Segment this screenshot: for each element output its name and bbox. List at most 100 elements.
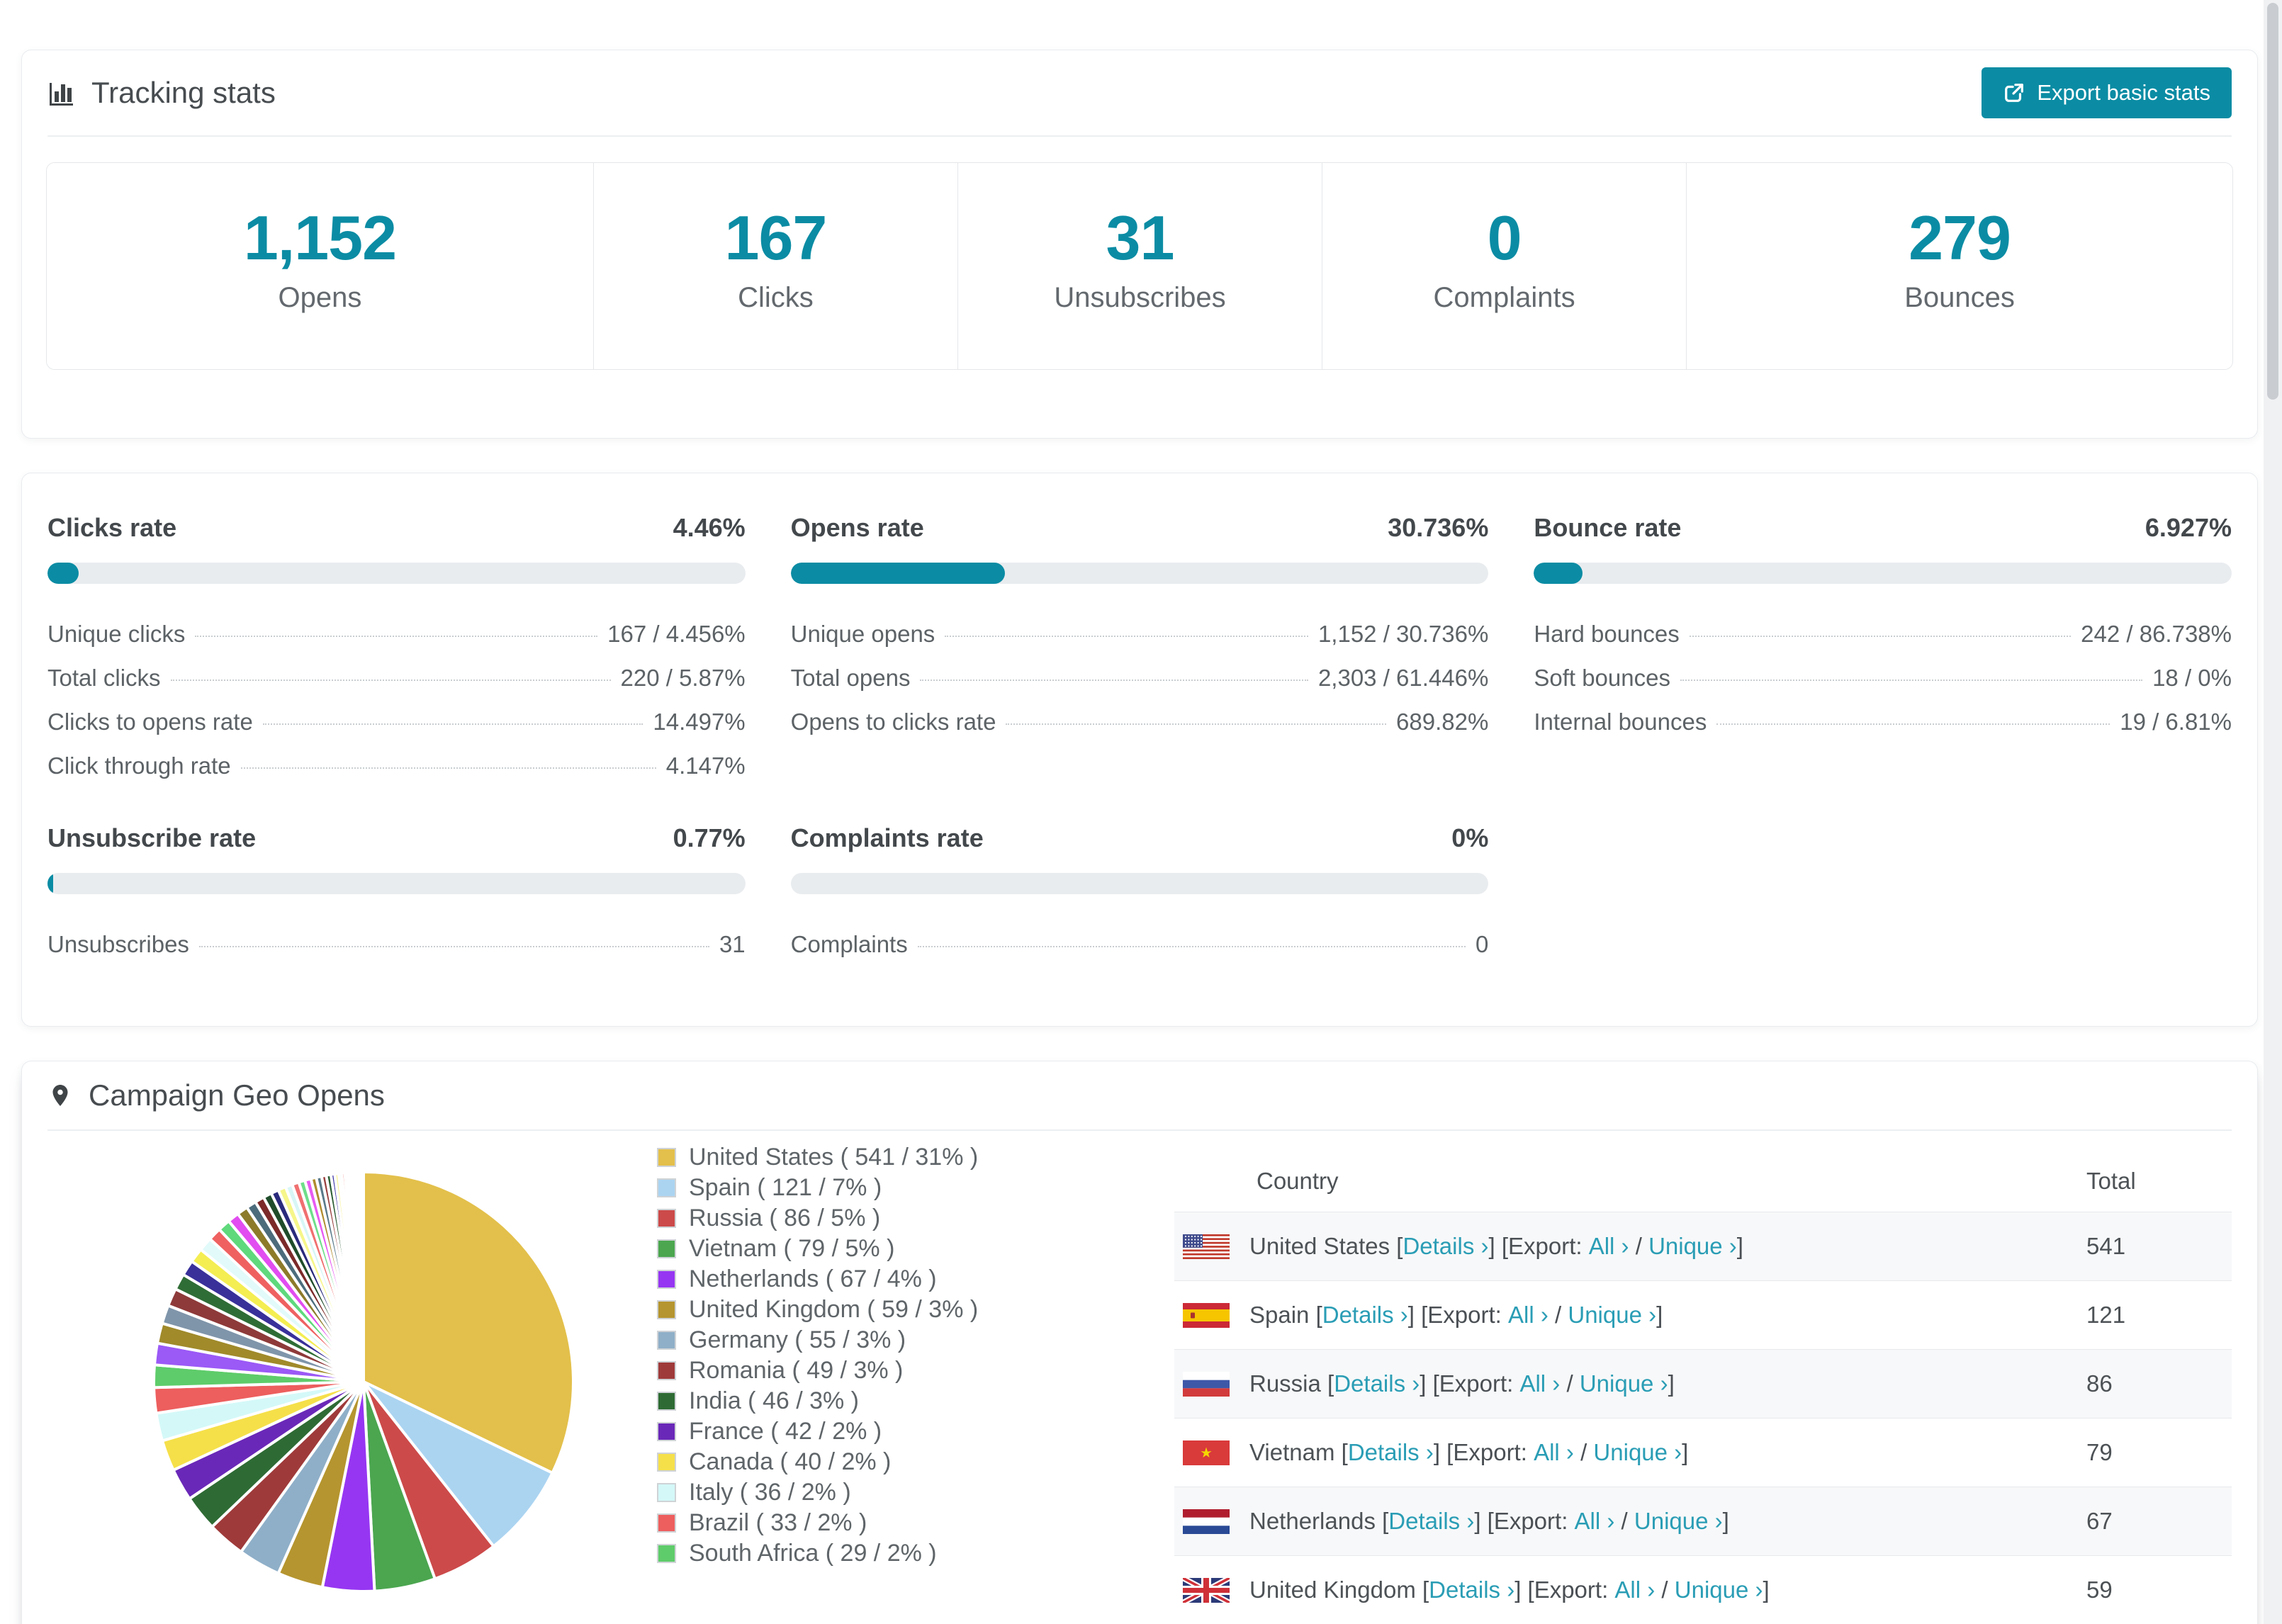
export-basic-stats-button[interactable]: Export basic stats [1982,67,2232,118]
legend-label: South Africa ( 29 / 2% ) [689,1540,937,1567]
legend-item-united-states: United States ( 541 / 31% ) [657,1142,1174,1173]
stat-card-unsubscribes: 31 Unsubscribes [957,163,1322,369]
flag-icon-es [1183,1302,1230,1328]
rate-title-row: Bounce rate 6.927% [1534,513,2232,543]
details-link-netherlands[interactable]: Details › [1388,1508,1474,1535]
rate-row-value: 14.497% [653,709,746,735]
legend-label: Canada ( 40 / 2% ) [689,1448,892,1475]
legend-swatch [657,1148,676,1167]
export-button-label: Export basic stats [2037,80,2210,105]
export-unique-link-spain[interactable]: Unique › [1568,1302,1656,1329]
geo-body: United States ( 541 / 31% ) Spain ( 121 … [22,1131,2257,1624]
details-link-russia[interactable]: Details › [1334,1370,1420,1397]
pie-slice-other[interactable] [361,1170,365,1382]
dotted-leader [1689,636,2072,637]
legend-label: United Kingdom ( 59 / 3% ) [689,1296,979,1323]
rate-progress-fill [790,563,1006,584]
export-all-link-vietnam[interactable]: All › [1534,1439,1574,1466]
total-cell: 541 [2086,1233,2126,1259]
export-unique-link-vietnam[interactable]: Unique › [1593,1439,1682,1466]
legend-swatch [657,1178,676,1197]
export-all-link-united-kingdom[interactable]: All › [1614,1577,1655,1603]
rate-row-label: Hard bounces [1534,621,1680,647]
total-cell: 79 [2086,1439,2113,1465]
flag-icon-nl [1183,1509,1230,1534]
dotted-leader [240,767,656,769]
dotted-leader [1716,723,2110,725]
legend-label: Vietnam ( 79 / 5% ) [689,1235,895,1262]
table-row-vietnam: Vietnam [Details ›] [Export: All › / Uni… [1174,1418,2232,1487]
stat-card-bounces: 279 Bounces [1686,163,2232,369]
rate-section-clicks: Clicks rate 4.46% Unique clicks 167 / 4.… [47,513,746,788]
legend-swatch [657,1483,676,1502]
export-all-link-netherlands[interactable]: All › [1575,1508,1615,1535]
stat-value: 31 [1106,203,1175,273]
tracking-stats-card: Tracking stats Export basic stats 1,152 … [21,50,2258,439]
rate-row-value: 18 / 0% [2152,665,2232,691]
rates-grid: Clicks rate 4.46% Unique clicks 167 / 4.… [22,473,2257,1026]
rate-row-value: 242 / 86.738% [2081,621,2232,647]
rate-value: 6.927% [2145,513,2232,542]
rate-progress-track [1534,563,2232,584]
page-scrollbar-thumb[interactable] [2267,3,2278,400]
stat-label: Clicks [738,282,814,313]
flag-icon-ru [1183,1371,1230,1397]
stat-label: Opens [278,282,362,313]
export-unique-link-netherlands[interactable]: Unique › [1634,1508,1723,1535]
stat-card-opens: 1,152 Opens [47,163,593,369]
legend-item-vietnam: Vietnam ( 79 / 5% ) [657,1234,1174,1264]
total-column-header: Total [2086,1168,2136,1194]
rate-row-unique-opens: Unique opens 1,152 / 30.736% [791,612,1489,656]
country-cell: United States [Details ›] [Export: All ›… [1249,1233,1743,1260]
legend-item-netherlands: Netherlands ( 67 / 4% ) [657,1264,1174,1295]
campaign-geo-opens-card: Campaign Geo Opens United States ( 541 /… [21,1061,2258,1624]
tracking-stats-header: Tracking stats Export basic stats [22,50,2257,135]
stat-value: 0 [1487,203,1522,273]
dotted-leader [262,723,643,725]
rate-progress-fill [47,563,79,584]
rate-value: 4.46% [673,513,746,542]
rate-row-click-through-rate: Click through rate 4.147% [47,744,746,788]
legend-label: Romania ( 49 / 3% ) [689,1357,904,1384]
geo-header: Campaign Geo Opens [22,1061,2257,1129]
details-link-united-states[interactable]: Details › [1403,1233,1488,1260]
legend-label: Brazil ( 33 / 2% ) [689,1509,867,1536]
stats-row: 1,152 Opens 167 Clicks 31 Unsubscribes 0… [46,162,2233,370]
rate-row-label: Soft bounces [1534,665,1670,691]
details-link-united-kingdom[interactable]: Details › [1429,1577,1514,1603]
rate-row-label: Clicks to opens rate [47,709,253,735]
rate-row-hard-bounces: Hard bounces 242 / 86.738% [1534,612,2232,656]
rate-section-opens: Opens rate 30.736% Unique opens 1,152 / … [790,513,1489,788]
details-link-spain[interactable]: Details › [1322,1302,1408,1329]
details-link-vietnam[interactable]: Details › [1348,1439,1434,1466]
rate-progress-track [790,873,1489,894]
legend-item-italy: Italy ( 36 / 2% ) [657,1477,1174,1508]
total-cell: 59 [2086,1577,2113,1603]
export-all-link-russia[interactable]: All › [1519,1370,1560,1397]
rate-row-value: 4.147% [665,752,746,779]
stat-label: Unsubscribes [1054,282,1226,313]
geo-title: Campaign Geo Opens [89,1078,385,1112]
rate-row-label: Complaints [790,931,908,957]
rate-row-label: Unique clicks [47,621,186,647]
dotted-leader [195,636,598,637]
export-all-link-united-states[interactable]: All › [1589,1233,1629,1260]
stat-label: Bounces [1904,282,2015,313]
legend-item-brazil: Brazil ( 33 / 2% ) [657,1508,1174,1538]
dotted-leader [170,680,611,681]
export-unique-link-russia[interactable]: Unique › [1580,1370,1668,1397]
rate-title: Clicks rate [47,513,177,542]
export-unique-link-united-states[interactable]: Unique › [1648,1233,1737,1260]
geo-pie-chart[interactable] [47,1131,657,1624]
page-scrollbar-track[interactable] [2264,0,2282,1624]
table-row-russia: Russia [Details ›] [Export: All › / Uniq… [1174,1349,2232,1418]
geo-table: Country Total United States [Details ›] … [1174,1149,2232,1624]
total-cell: 86 [2086,1370,2113,1397]
rate-row-value: 31 [719,931,746,957]
stat-value: 1,152 [243,203,397,273]
legend-label: United States ( 541 / 31% ) [689,1144,979,1171]
dashboard-page: Tracking stats Export basic stats 1,152 … [0,0,2264,1624]
export-all-link-spain[interactable]: All › [1508,1302,1548,1329]
export-unique-link-united-kingdom[interactable]: Unique › [1675,1577,1763,1603]
flag-icon-us [1183,1234,1230,1259]
